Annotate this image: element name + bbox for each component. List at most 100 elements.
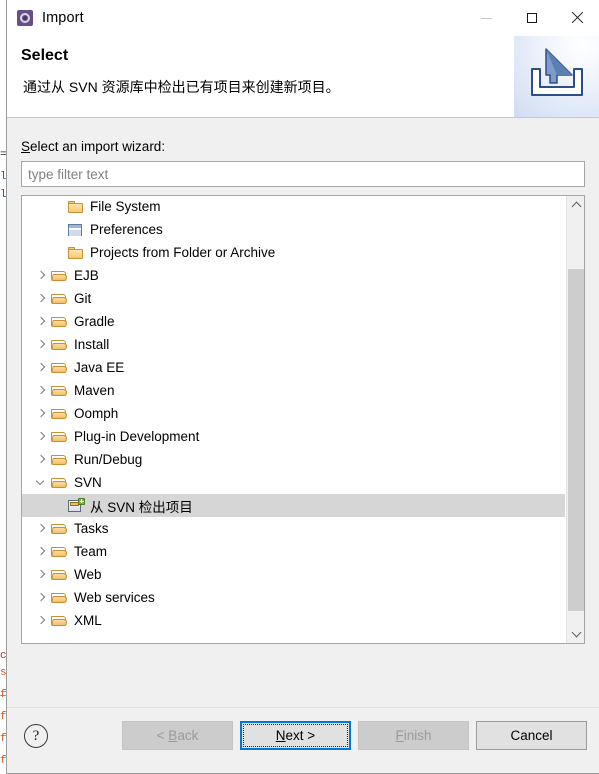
tree-item[interactable]: Projects from Folder or Archive	[22, 241, 565, 264]
chevron-right-icon[interactable]	[34, 586, 51, 609]
chevron-right-icon[interactable]	[34, 264, 51, 287]
finish-label: inish	[403, 728, 432, 743]
tree-item-label: Git	[74, 291, 92, 306]
import-wizard-tree[interactable]: File System Preferences Projects from Fold…	[21, 195, 585, 644]
wizard-banner: Select 通过从 SVN 资源库中检出已有项目来创建新项目。	[7, 36, 599, 118]
chevron-right-icon[interactable]	[34, 402, 51, 425]
import-dialog: Import Select 通过从 SVN 资源库中检出已有项目来创建新项目。	[6, 0, 599, 774]
folder-open-icon	[51, 452, 69, 468]
window-controls	[464, 0, 599, 36]
chevron-right-icon[interactable]	[34, 540, 51, 563]
chevron-right-icon[interactable]	[34, 563, 51, 586]
filter-label: Select an import wizard:	[21, 139, 165, 154]
chevron-right-icon[interactable]	[34, 379, 51, 402]
tree-item-label: Web services	[74, 590, 155, 605]
next-mnemonic: N	[275, 728, 286, 743]
chevron-right-icon[interactable]	[34, 310, 51, 333]
tree-item-label: Tasks	[74, 521, 109, 536]
maximize-button[interactable]	[509, 0, 554, 36]
folder-open-icon	[51, 314, 69, 330]
tree-item[interactable]: 从 SVN 检出项目	[22, 494, 565, 517]
page-description: 通过从 SVN 资源库中检出已有项目来创建新项目。	[23, 79, 340, 95]
filter-label-text: elect an import wizard:	[30, 139, 166, 154]
close-button[interactable]	[554, 0, 599, 36]
tree-item[interactable]: Tasks	[22, 517, 565, 540]
title-bar: Import	[7, 0, 599, 36]
tree-item-label: Preferences	[90, 222, 163, 237]
chevron-right-icon[interactable]	[34, 356, 51, 379]
tree-item-list: File System Preferences Projects from Fold…	[22, 196, 565, 632]
tree-item[interactable]: File System	[22, 196, 565, 218]
tree-item-label: Install	[74, 337, 110, 352]
tree-item[interactable]: XML	[22, 609, 565, 632]
filter-input[interactable]	[21, 161, 585, 187]
folder-open-icon	[51, 613, 69, 629]
import-arrow-icon	[514, 36, 599, 117]
scrollbar-thumb[interactable]	[568, 269, 584, 611]
tree-item-label: 从 SVN 检出项目	[90, 499, 193, 515]
dialog-footer: ? < Back Next > Finish Cancel	[7, 707, 599, 773]
chevron-right-icon[interactable]	[34, 425, 51, 448]
folder-open-icon	[51, 337, 69, 353]
folder-open-icon	[51, 360, 69, 376]
minimize-button[interactable]	[464, 0, 509, 36]
finish-button: Finish	[358, 721, 469, 750]
tree-item[interactable]: Install	[22, 333, 565, 356]
tree-item[interactable]: Preferences	[22, 218, 565, 241]
tree-item-label: Team	[74, 544, 108, 559]
tree-item[interactable]: Maven	[22, 379, 565, 402]
page-title: Select	[21, 47, 69, 64]
cancel-button[interactable]: Cancel	[476, 721, 587, 750]
tree-item[interactable]: Run/Debug	[22, 448, 565, 471]
tree-item-label: Web	[74, 567, 102, 582]
back-button: < Back	[122, 721, 233, 750]
tree-item[interactable]: Oomph	[22, 402, 565, 425]
help-button[interactable]: ?	[24, 724, 48, 748]
tree-item[interactable]: EJB	[22, 264, 565, 287]
tree-item-label: Oomph	[74, 406, 119, 421]
tree-item-label: Maven	[74, 383, 115, 398]
tree-item-label: File System	[90, 199, 161, 214]
tree-scrollbar[interactable]	[566, 196, 584, 643]
chevron-down-icon[interactable]	[34, 471, 51, 494]
chevron-right-icon[interactable]	[34, 448, 51, 471]
tree-item[interactable]: Gradle	[22, 310, 565, 333]
tree-item[interactable]: SVN	[22, 471, 565, 494]
folder-icon	[67, 199, 85, 215]
tree-viewport: File System Preferences Projects from Fold…	[22, 196, 565, 643]
scroll-up-icon[interactable]	[567, 196, 584, 214]
back-mnemonic: B	[168, 728, 178, 743]
folder-open-icon	[51, 291, 69, 307]
folder-open-icon	[51, 590, 69, 606]
tree-item-label: Projects from Folder or Archive	[90, 245, 276, 260]
folder-open-icon	[51, 475, 69, 491]
dialog-body: Select an import wizard: File System Pref…	[7, 118, 599, 710]
folder-open-icon	[51, 429, 69, 445]
tree-item[interactable]: Team	[22, 540, 565, 563]
tree-item[interactable]: Web services	[22, 586, 565, 609]
next-button[interactable]: Next >	[240, 721, 351, 750]
tree-item-label: Run/Debug	[74, 452, 143, 467]
chevron-right-icon[interactable]	[34, 609, 51, 632]
tree-item[interactable]: Git	[22, 287, 565, 310]
tree-item[interactable]: Plug-in Development	[22, 425, 565, 448]
finish-mnemonic: F	[395, 728, 404, 743]
tree-item[interactable]: Web	[22, 563, 565, 586]
folder-open-icon	[51, 268, 69, 284]
tree-item-label: Plug-in Development	[74, 429, 200, 444]
new-decorator-icon	[78, 497, 85, 505]
scroll-down-icon[interactable]	[567, 625, 584, 643]
chevron-right-icon[interactable]	[34, 333, 51, 356]
chevron-right-icon[interactable]	[34, 517, 51, 540]
tree-item-label: EJB	[74, 268, 99, 283]
tree-item-label: Java EE	[74, 360, 125, 375]
preferences-icon	[67, 222, 85, 238]
tree-item[interactable]: Java EE	[22, 356, 565, 379]
chevron-right-icon[interactable]	[34, 287, 51, 310]
cancel-label: Cancel	[510, 728, 553, 743]
window-title: Import	[42, 10, 84, 26]
folder-open-icon	[51, 521, 69, 537]
minimize-icon	[481, 17, 492, 19]
close-icon	[571, 12, 583, 24]
filter-label-mnemonic: S	[21, 139, 31, 154]
